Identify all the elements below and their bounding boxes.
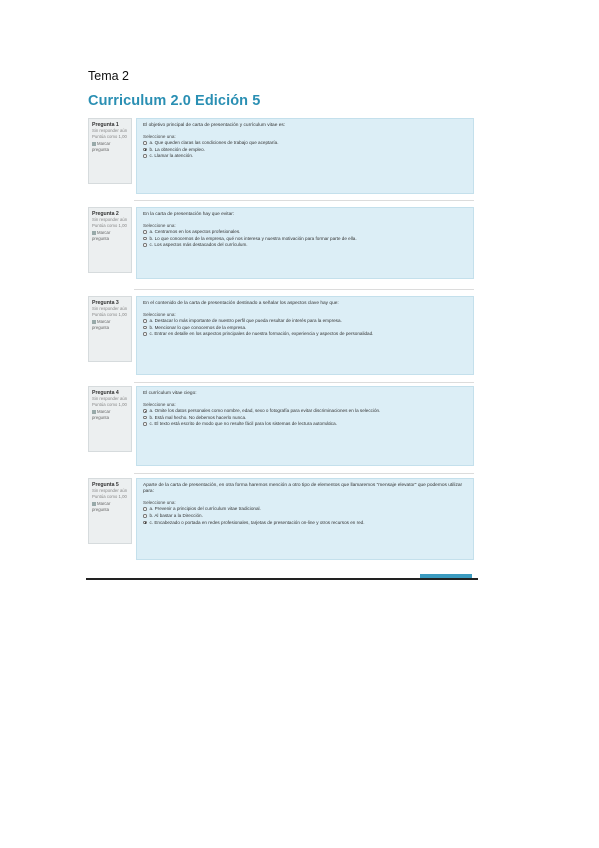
flag-icon (92, 142, 96, 147)
radio-button[interactable] (143, 332, 147, 336)
question-info: Pregunta 3 Sin responder aún Puntúa como… (88, 296, 132, 362)
question-text: El currículum vitae ciego: (143, 391, 197, 396)
answer-option[interactable]: a. Prevenir a principios del currículum … (143, 506, 467, 513)
question-content: Aparte de la carta de presentación, en o… (136, 478, 474, 560)
course-title: Curriculum 2.0 Edición 5 (88, 93, 261, 109)
flag-icon (92, 320, 96, 325)
answer-option[interactable]: a. Destacar lo más importante de nuestro… (143, 318, 467, 325)
question-status: Sin responder aún (92, 217, 128, 222)
answer-option[interactable]: a. Que queden claras las condiciones de … (143, 140, 467, 147)
answer-option[interactable]: a. Centrarnos en los aspectos profesiona… (143, 229, 467, 236)
question-points: Puntúa como 1,00 (92, 133, 127, 139)
answer-option[interactable]: b. Está mal hecho. No debemos hacerlo nu… (143, 415, 467, 422)
quiz-screenshot: Curriculum 2.0 Edición 5 Pregunta 1 Sin … (86, 90, 478, 580)
answer-option[interactable]: c. Los aspectos más destacados del currí… (143, 242, 467, 249)
question-status: Sin responder aún (92, 128, 128, 133)
question-points: Puntúa como 1,00 (92, 311, 127, 317)
question-content: En la carta de presentación hay que evit… (136, 207, 474, 279)
radio-button[interactable] (143, 514, 147, 518)
radio-button[interactable] (143, 141, 147, 145)
question-points: Puntúa como 1,00 (92, 222, 127, 228)
radio-button[interactable] (143, 507, 147, 511)
question-text: Aparte de la carta de presentación, en o… (143, 483, 463, 495)
flag-icon (92, 231, 96, 236)
bottom-rule (86, 578, 478, 580)
question-content: El objetivo principal de carta de presen… (136, 118, 474, 194)
radio-button[interactable] (143, 409, 147, 413)
answer-option[interactable]: a. Omite los datos personales como nombr… (143, 408, 467, 415)
divider (134, 200, 474, 201)
flag-question-link[interactable]: Marcar pregunta (92, 319, 128, 330)
answer-option[interactable]: b. La obtención de empleo. (143, 147, 467, 154)
radio-button[interactable] (143, 147, 147, 152)
divider (134, 289, 474, 290)
answer-option[interactable]: c. Entrar en detalle en los aspectos pri… (143, 331, 467, 338)
flag-question-link[interactable]: Marcar pregunta (92, 230, 128, 241)
question-status: Sin responder aún (92, 306, 128, 311)
question-info: Pregunta 5 Sin responder aún Puntúa como… (88, 478, 132, 544)
question-info: Pregunta 2 Sin responder aún Puntúa como… (88, 207, 132, 273)
question-content: El currículum vitae ciego: Seleccione un… (136, 386, 474, 466)
flag-question-link[interactable]: Marcar pregunta (92, 141, 128, 152)
answer-option[interactable]: b. Lo que conocemos de la empresa, qué n… (143, 236, 467, 243)
question-points: Puntúa como 1,00 (92, 401, 127, 407)
answer-option[interactable]: c. Llamar la atención. (143, 153, 467, 160)
question-status: Sin responder aún (92, 488, 128, 493)
question-info: Pregunta 4 Sin responder aún Puntúa como… (88, 386, 132, 452)
flag-question-link[interactable]: Marcar pregunta (92, 409, 128, 420)
answer-option[interactable]: c. Encabezado o portada en redes profesi… (143, 520, 467, 527)
flag-question-link[interactable]: Marcar pregunta (92, 501, 128, 512)
question-text: El objetivo principal de carta de presen… (143, 123, 286, 128)
question-text: En la carta de presentación hay que evit… (143, 212, 235, 217)
divider (134, 382, 474, 383)
radio-button[interactable] (143, 230, 147, 234)
question-info: Pregunta 1 Sin responder aún Puntúa como… (88, 118, 132, 184)
radio-button[interactable] (143, 243, 147, 247)
question-points: Puntúa como 1,00 (92, 493, 127, 499)
radio-button[interactable] (143, 325, 147, 330)
question-status: Sin responder aún (92, 396, 128, 401)
answer-option[interactable]: b. Al bastar a la Dirección. (143, 513, 467, 520)
question-content: En el contenido de la carta de presentac… (136, 296, 474, 375)
radio-button[interactable] (143, 319, 147, 323)
flag-icon (92, 410, 96, 415)
divider (134, 473, 474, 474)
radio-button[interactable] (143, 415, 147, 420)
answer-option[interactable]: c. El texto está escrito de modo que no … (143, 421, 467, 428)
flag-icon (92, 502, 96, 507)
question-text: En el contenido de la carta de presentac… (143, 301, 339, 306)
answer-option[interactable]: b. Mencionar lo que conocemos de la empr… (143, 325, 467, 332)
radio-button[interactable] (143, 236, 147, 241)
radio-button[interactable] (143, 520, 147, 525)
radio-button[interactable] (143, 422, 147, 426)
radio-button[interactable] (143, 154, 147, 158)
document-title: Tema 2 (88, 69, 129, 83)
